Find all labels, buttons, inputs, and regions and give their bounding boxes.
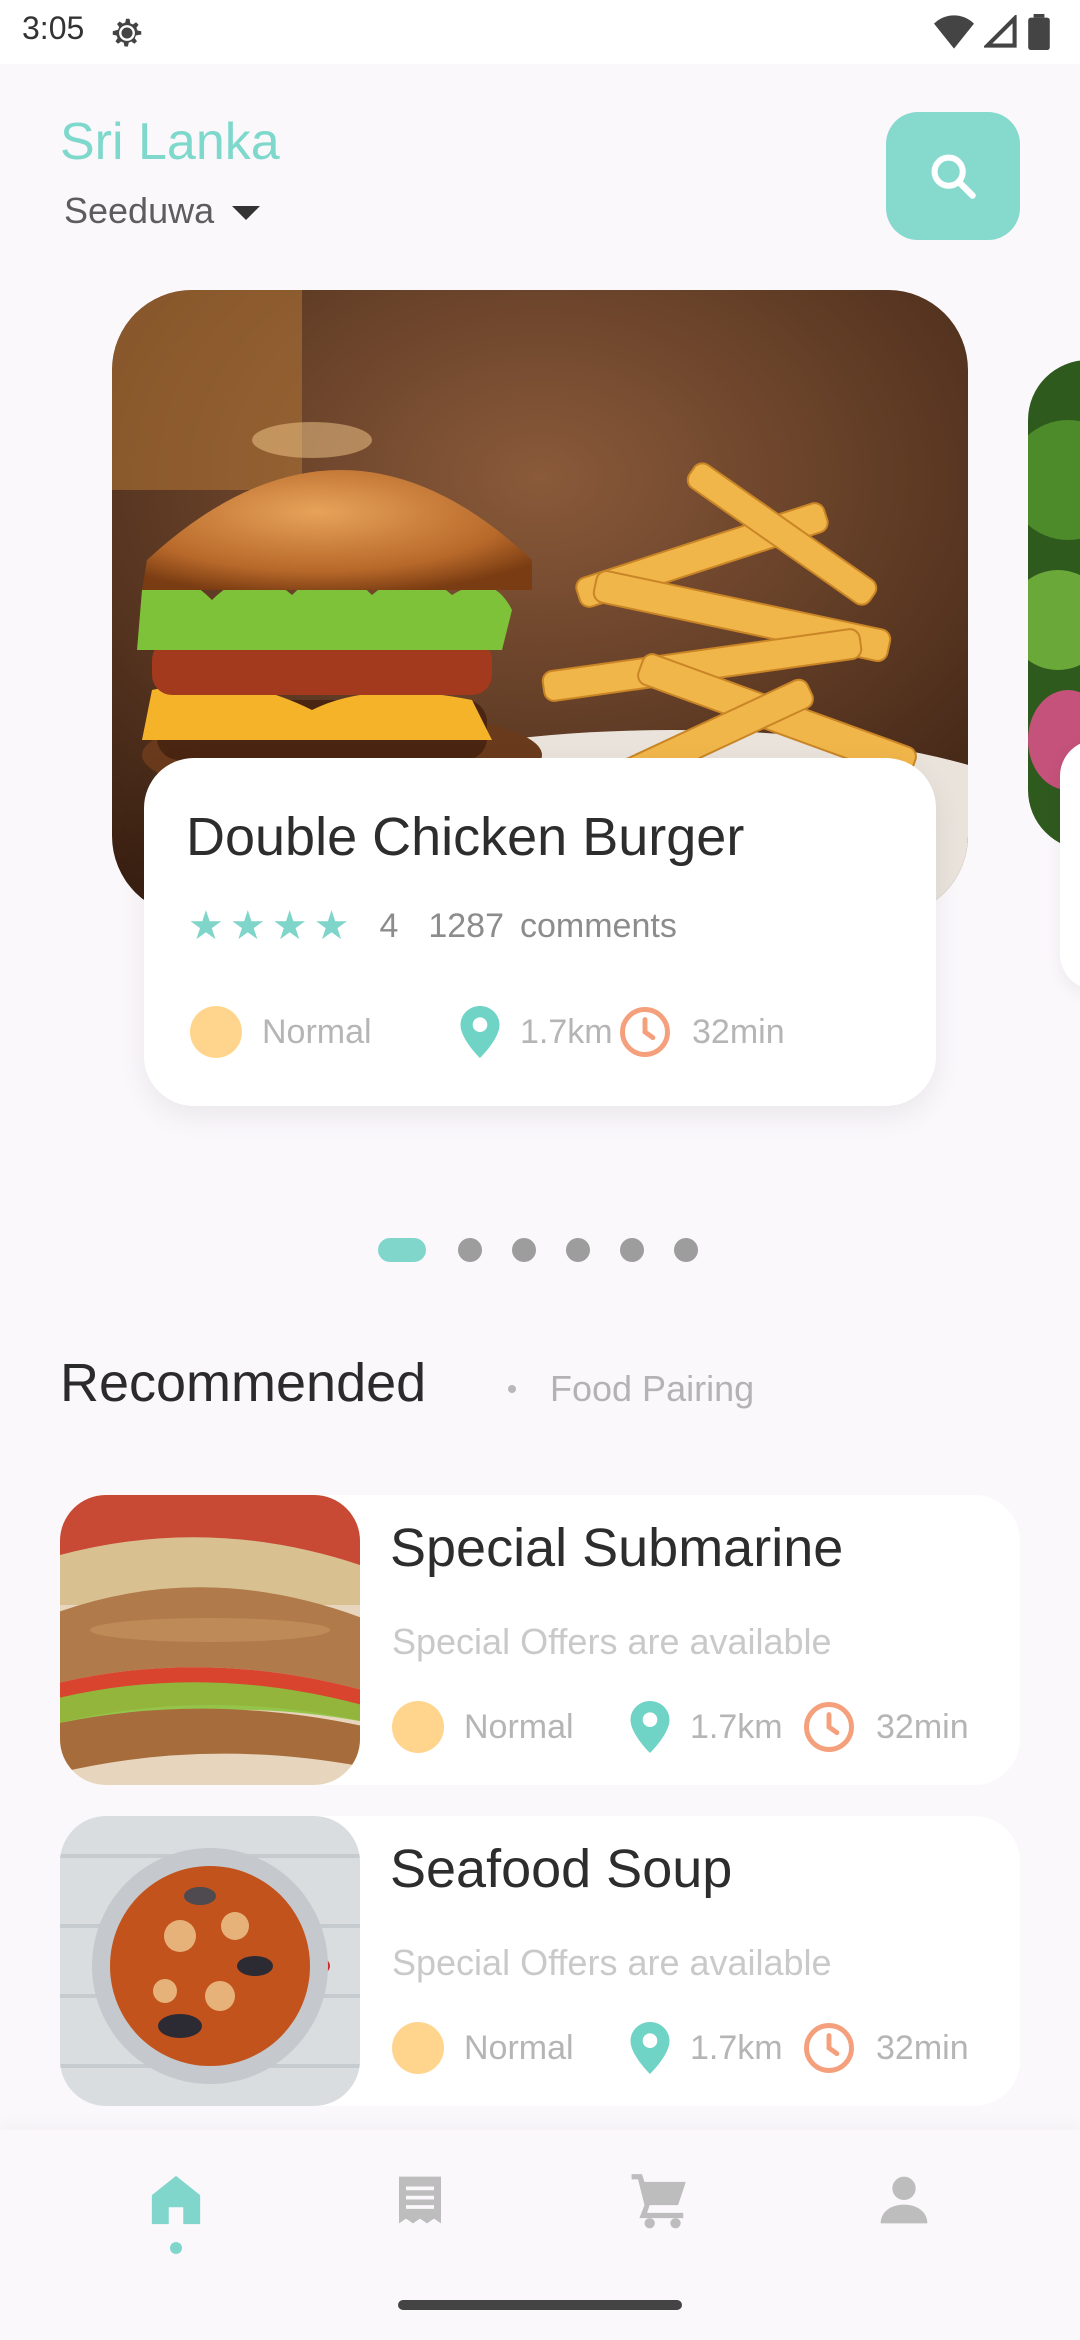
submarine-image [60,1495,360,1785]
system-home-indicator[interactable] [398,2300,682,2310]
comments-count: 1287 [428,906,504,945]
star-icon: ★ [271,903,308,949]
recommended-item[interactable]: Special Submarine Special Offers are ava… [60,1495,1020,1785]
hero-meta-row: Normal 1.7km 32min [190,1002,910,1062]
country-title: Sri Lanka [60,113,280,171]
search-icon [931,154,976,199]
sandwich-image [60,1495,360,1785]
item-subtitle: Special Offers are available [392,1942,832,1983]
level-label: Normal [464,2028,574,2067]
status-bar: 3:05 [0,0,1080,64]
comments-label: comments [520,906,677,945]
battery-icon [1028,14,1050,50]
item-title: Seafood Soup [390,1839,733,1899]
nav-active-indicator [170,2242,182,2254]
section-separator-dot [508,1385,516,1393]
time-label: 32min [692,1012,785,1051]
nav-home[interactable] [136,2160,216,2240]
receipt-icon [399,2176,441,2224]
item-meta-row: Normal 1.7km 32min [392,1697,1012,1757]
city-label: Seeduwa [64,190,215,231]
clock-icon [804,2023,854,2073]
star-icon: ★ [229,903,266,949]
star-icon: ★ [313,903,350,949]
chevron-down-icon [232,206,261,220]
level-meta: Normal [190,1002,372,1062]
level-label: Normal [464,1707,574,1746]
recommended-item[interactable]: Seafood Soup Special Offers are availabl… [60,1816,1020,2106]
rating-value: 4 [379,906,399,945]
nav-cart[interactable] [620,2160,700,2240]
pager-dot[interactable] [512,1238,536,1262]
level-dot-icon [392,2022,444,2074]
status-time: 3:05 [22,10,85,46]
item-subtitle: Special Offers are available [392,1621,832,1662]
pager-dot-active[interactable] [378,1238,426,1262]
seafood-soup-image [60,1816,360,2106]
pager-dot[interactable] [674,1238,698,1262]
level-dot-icon [190,1006,242,1058]
city-selector[interactable]: Seeduwa [64,190,261,232]
status-icons [934,14,1050,50]
location-pin-icon [630,2022,670,2074]
clock-icon [804,1702,854,1752]
carousel-pager [378,1238,698,1262]
search-button[interactable] [886,112,1020,240]
distance-label: 1.7km [520,1012,613,1051]
distance-meta: 1.7km [460,1002,613,1062]
clock-icon [620,1007,670,1057]
pager-dot[interactable] [458,1238,482,1262]
time-meta: 32min [802,1697,969,1757]
distance-label: 1.7km [690,2028,783,2067]
level-label: Normal [262,1012,372,1051]
item-meta-row: Normal 1.7km 32min [392,2018,1012,2078]
distance-label: 1.7km [690,1707,783,1746]
next-carousel-card[interactable] [1060,740,1080,990]
profile-icon [880,2176,928,2224]
nav-orders[interactable] [380,2160,460,2240]
hero-title: Double Chicken Burger [186,807,745,867]
signal-icon [984,15,1017,48]
recommended-title: Recommended [60,1353,427,1413]
time-meta: 32min [802,2018,969,2078]
item-title: Special Submarine [390,1518,844,1578]
settings-gear-icon [112,18,142,47]
time-meta: 32min [618,1002,785,1062]
hero-info-card[interactable]: Double Chicken Burger ★ ★ ★ ★ 4 1287 com… [144,758,936,1106]
star-rating: ★ ★ ★ ★ [188,906,349,946]
time-label: 32min [876,1707,969,1746]
home-icon [151,2175,201,2225]
pager-dot[interactable] [620,1238,644,1262]
level-dot-icon [392,1701,444,1753]
rating-row: ★ ★ ★ ★ 4 1287 comments [188,906,677,946]
food-pairing-tab[interactable]: Food Pairing [550,1368,754,1410]
time-label: 32min [876,2028,969,2067]
level-meta: Normal [392,1697,574,1757]
cart-icon [631,2174,686,2229]
star-icon: ★ [188,903,224,949]
nav-profile[interactable] [864,2160,944,2240]
soup-image [60,1816,360,2106]
wifi-icon [934,15,974,49]
distance-meta: 1.7km [630,1697,783,1757]
pager-dot[interactable] [566,1238,590,1262]
level-meta: Normal [392,2018,574,2078]
location-pin-icon [460,1006,500,1058]
location-pin-icon [630,1701,670,1753]
distance-meta: 1.7km [630,2018,783,2078]
